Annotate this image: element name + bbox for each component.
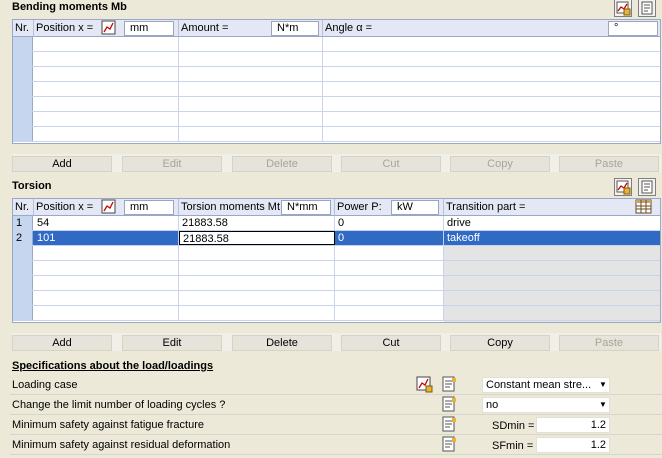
- table-row[interactable]: [13, 261, 660, 276]
- power-unit[interactable]: kW: [391, 200, 439, 215]
- col-position-label: Position x =: [36, 22, 94, 34]
- delete-button[interactable]: Delete: [232, 335, 332, 351]
- residual-label: Minimum safety against residual deformat…: [12, 439, 231, 451]
- edit-button[interactable]: Edit: [122, 156, 222, 172]
- fatigue-row: Minimum safety against fatigue fracture …: [10, 416, 662, 435]
- notes-icon[interactable]: [441, 416, 459, 434]
- limit-cycles-select[interactable]: no ▼: [482, 397, 610, 413]
- table-row[interactable]: [13, 127, 660, 142]
- col-position-label: Position x =: [36, 201, 94, 213]
- sdmin-input[interactable]: 1.2: [536, 417, 610, 433]
- position-chart-icon[interactable]: [101, 20, 118, 36]
- table-row[interactable]: [13, 246, 660, 261]
- notes-icon[interactable]: [638, 0, 656, 17]
- chevron-down-icon[interactable]: ▼: [597, 398, 609, 412]
- paste-button[interactable]: Paste: [559, 335, 659, 351]
- moment-unit[interactable]: N*mm: [281, 200, 331, 215]
- paste-button[interactable]: Paste: [559, 156, 659, 172]
- notes-icon[interactable]: [441, 436, 459, 454]
- notes-icon[interactable]: [638, 178, 656, 196]
- power-cell[interactable]: 0: [335, 216, 444, 230]
- position-chart-icon[interactable]: [101, 199, 118, 215]
- sfmin-input[interactable]: 1.2: [536, 437, 610, 453]
- angle-unit[interactable]: °: [608, 21, 658, 36]
- bending-title: Bending moments Mb: [12, 1, 127, 13]
- position-unit[interactable]: mm: [124, 200, 174, 215]
- loading-case-row: Loading case Constant mean stre... ▼: [10, 376, 662, 395]
- add-button[interactable]: Add: [12, 156, 112, 172]
- delete-button[interactable]: Delete: [232, 156, 332, 172]
- limit-cycles-label: Change the limit number of loading cycle…: [12, 399, 226, 411]
- table-row[interactable]: [13, 37, 660, 52]
- table-row[interactable]: 1 54 21883.58 0 drive: [13, 216, 660, 231]
- sdmin-symbol: SDmin =: [492, 420, 535, 432]
- position-cell[interactable]: 54: [34, 216, 179, 230]
- torsion-buttons: Add Edit Delete Cut Copy Paste: [12, 333, 661, 351]
- position-unit[interactable]: mm: [124, 21, 174, 36]
- col-transition: Transition part =: [444, 199, 660, 216]
- edit-button[interactable]: Edit: [122, 335, 222, 351]
- power-cell[interactable]: 0: [335, 231, 444, 245]
- notes-icon[interactable]: [441, 396, 459, 414]
- table-row[interactable]: [13, 67, 660, 82]
- residual-row: Minimum safety against residual deformat…: [10, 436, 662, 455]
- specs-title: Specifications about the load/loadings: [12, 360, 214, 372]
- table-row[interactable]: [13, 291, 660, 306]
- moment-cell[interactable]: 21883.58: [179, 216, 335, 230]
- moment-cell[interactable]: 21883.58: [179, 231, 335, 245]
- loading-case-select[interactable]: Constant mean stre... ▼: [482, 377, 610, 393]
- table-row[interactable]: [13, 276, 660, 291]
- copy-button[interactable]: Copy: [450, 156, 550, 172]
- chart-edit-icon[interactable]: [416, 376, 434, 394]
- loading-case-label: Loading case: [12, 379, 78, 391]
- sfmin-symbol: SFmin =: [492, 440, 534, 452]
- limit-cycles-row: Change the limit number of loading cycle…: [10, 396, 662, 415]
- chart-edit-icon[interactable]: [614, 178, 632, 196]
- table-icon[interactable]: [635, 199, 655, 215]
- torsion-grid[interactable]: Nr. Position x = mm Torsion moments Mt: …: [12, 198, 661, 323]
- table-row[interactable]: [13, 97, 660, 112]
- add-button[interactable]: Add: [12, 335, 112, 351]
- torsion-title: Torsion: [12, 180, 52, 192]
- col-nr: Nr.: [13, 199, 34, 216]
- cut-button[interactable]: Cut: [341, 156, 441, 172]
- position-cell[interactable]: 101: [34, 231, 179, 245]
- transition-cell[interactable]: drive: [444, 216, 660, 230]
- table-row[interactable]: [13, 52, 660, 67]
- transition-cell[interactable]: takeoff: [444, 231, 660, 245]
- cut-button[interactable]: Cut: [341, 335, 441, 351]
- chevron-down-icon[interactable]: ▼: [597, 378, 609, 392]
- table-row[interactable]: [13, 112, 660, 127]
- table-row[interactable]: 2 101 21883.58 0 takeoff: [13, 231, 660, 246]
- col-nr: Nr.: [13, 20, 34, 37]
- bending-grid[interactable]: Nr. Position x = mm Amount = N*m Angle α…: [12, 19, 661, 144]
- table-row[interactable]: [13, 306, 660, 321]
- amount-unit[interactable]: N*m: [271, 21, 319, 36]
- chart-edit-icon[interactable]: [614, 0, 632, 17]
- bending-buttons: Add Edit Delete Cut Copy Paste: [12, 154, 661, 172]
- copy-button[interactable]: Copy: [450, 335, 550, 351]
- fatigue-label: Minimum safety against fatigue fracture: [12, 419, 204, 431]
- table-row[interactable]: [13, 82, 660, 97]
- notes-icon[interactable]: [441, 376, 459, 394]
